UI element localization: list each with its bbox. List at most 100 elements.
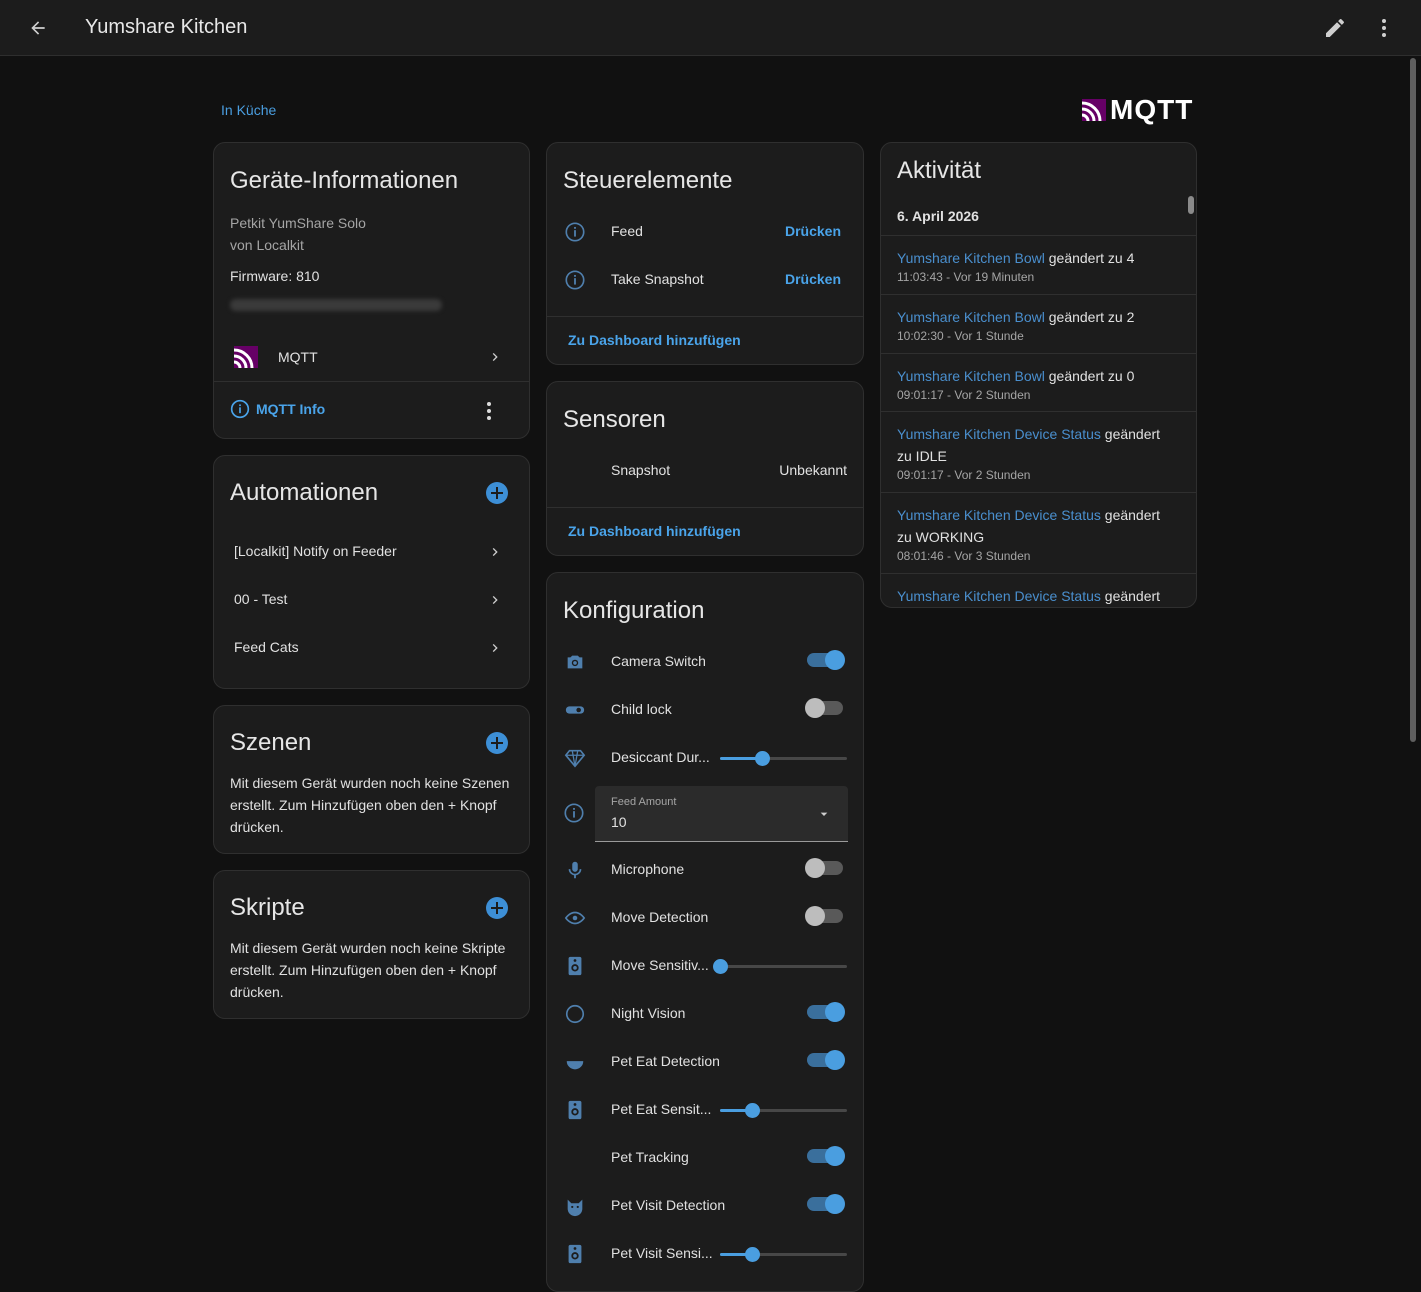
add-to-dashboard-button[interactable]: Zu Dashboard hinzufügen <box>568 332 741 348</box>
activity-change: geändert <box>1100 588 1161 604</box>
sensor-row-snapshot[interactable]: Snapshot Unbekannt <box>547 447 863 495</box>
config-name: Camera Switch <box>611 653 706 669</box>
feed-amount-label: Feed Amount <box>611 796 677 808</box>
integration-row[interactable]: MQTT <box>214 331 529 381</box>
child-lock-toggle[interactable] <box>805 698 843 718</box>
automation-item[interactable]: 00 - Test <box>214 576 529 624</box>
controls-card: Steuerelemente Feed Drücken Take Snapsho… <box>546 142 864 365</box>
control-name: Feed <box>611 223 643 239</box>
add-to-dashboard-button[interactable]: Zu Dashboard hinzufügen <box>568 523 741 539</box>
pet-visit-detection-toggle[interactable] <box>807 1194 845 1214</box>
camera-icon <box>563 650 587 674</box>
microphone-toggle[interactable] <box>805 858 843 878</box>
chevron-right-icon <box>492 548 498 556</box>
config-name: Pet Visit Detection <box>611 1197 726 1213</box>
feed-amount-select[interactable]: Feed Amount 10 <box>595 786 848 842</box>
configuration-title: Konfiguration <box>563 597 705 624</box>
move-sensitivity-slider[interactable] <box>713 959 847 974</box>
desiccant-slider[interactable] <box>720 751 847 766</box>
device-firmware: Firmware: 810 <box>230 268 320 284</box>
press-feed-button[interactable]: Drücken <box>785 223 841 239</box>
config-name: Pet Eat Detection <box>611 1053 720 1069</box>
config-row-microphone: Microphone <box>547 846 863 894</box>
device-info-card: Geräte-Informationen Petkit YumShare Sol… <box>213 142 530 439</box>
activity-time: 11:03:43 - Vor 19 Minuten <box>897 270 1035 284</box>
mqtt-integration-icon <box>234 346 258 368</box>
pet-eat-detection-toggle[interactable] <box>807 1050 845 1070</box>
more-vert-icon[interactable] <box>477 399 501 423</box>
diamond-icon <box>563 746 587 770</box>
add-script-button[interactable] <box>486 897 508 919</box>
config-row-pet-eat-sensitivity: Pet Eat Sensit... <box>547 1086 863 1134</box>
scripts-empty-text: Mit diesem Gerät wurden noch keine Skrip… <box>230 940 506 1000</box>
automation-label: Feed Cats <box>234 639 299 655</box>
activity-entity-link[interactable]: Yumshare Kitchen Device Status <box>897 426 1101 442</box>
activity-entry: Yumshare Kitchen Bowl geändert zu 2 10:0… <box>881 294 1196 353</box>
chevron-right-icon <box>492 353 498 361</box>
pet-eat-sensitivity-slider[interactable] <box>720 1103 847 1118</box>
back-arrow-icon[interactable] <box>24 14 52 42</box>
activity-entity-link[interactable]: Yumshare Kitchen Bowl <box>897 250 1045 266</box>
slider-thumb[interactable] <box>744 1247 760 1262</box>
control-name: Take Snapshot <box>611 271 704 287</box>
bowl-icon <box>563 1050 587 1074</box>
automation-label: 00 - Test <box>234 591 288 607</box>
config-name: Desiccant Dur... <box>611 749 710 765</box>
automations-title: Automationen <box>230 479 379 506</box>
add-scene-button[interactable] <box>486 732 508 754</box>
camera-switch-toggle[interactable] <box>807 650 845 670</box>
slider-thumb[interactable] <box>713 959 728 974</box>
activity-time: 09:01:17 - Vor 2 Stunden <box>897 388 1031 402</box>
activity-entity-link[interactable]: Yumshare Kitchen Bowl <box>897 309 1045 325</box>
night-vision-toggle[interactable] <box>807 1002 845 1022</box>
activity-entity-link[interactable]: Yumshare Kitchen Device Status <box>897 588 1101 604</box>
slider-thumb[interactable] <box>754 751 770 766</box>
speaker-icon <box>563 1098 587 1122</box>
config-row-desiccant: Desiccant Dur... <box>547 734 863 782</box>
info-icon <box>230 399 250 419</box>
device-info-title: Geräte-Informationen <box>230 167 459 194</box>
divider <box>214 381 529 382</box>
activity-change: geändert zu 2 <box>1044 309 1135 325</box>
activity-entry: Yumshare Kitchen Device Status geändert <box>881 573 1196 607</box>
config-name: Move Sensitiv... <box>611 957 709 973</box>
activity-entity-link[interactable]: Yumshare Kitchen Device Status <box>897 507 1101 523</box>
automation-item[interactable]: [Localkit] Notify on Feeder <box>214 528 529 576</box>
page-scrollbar[interactable] <box>1410 58 1416 742</box>
activity-entity-link[interactable]: Yumshare Kitchen Bowl <box>897 368 1045 384</box>
config-row-move-detection: Move Detection <box>547 894 863 942</box>
edit-pencil-icon[interactable] <box>1323 16 1347 40</box>
config-row-pet-visit-sensitivity: Pet Visit Sensi... <box>547 1230 863 1278</box>
control-row-feed: Feed Drücken <box>547 208 863 256</box>
eye-motion-icon <box>563 906 587 930</box>
activity-card: Aktivität 6. April 2026 Yumshare Kitchen… <box>880 142 1197 608</box>
activity-scrollbar[interactable] <box>1188 196 1194 214</box>
config-row-pet-tracking: Pet Tracking <box>547 1134 863 1182</box>
mqtt-logo-icon <box>1082 99 1106 121</box>
config-row-feed-amount: Feed Amount 10 <box>547 786 863 842</box>
config-row-camera-switch: Camera Switch <box>547 638 863 686</box>
scenes-empty-text: Mit diesem Gerät wurden noch keine Szene… <box>230 775 510 835</box>
automation-item[interactable]: Feed Cats <box>214 624 529 672</box>
divider <box>547 316 863 317</box>
pet-visit-sensitivity-slider[interactable] <box>720 1247 847 1262</box>
config-name: Night Vision <box>611 1005 686 1021</box>
config-name: Child lock <box>611 701 672 717</box>
mqtt-info-button[interactable]: MQTT Info <box>230 399 325 419</box>
toggle-switch-icon <box>563 698 587 722</box>
config-name: Pet Tracking <box>611 1149 689 1165</box>
config-row-night-vision: Night Vision <box>547 990 863 1038</box>
microphone-icon <box>563 858 587 882</box>
pet-tracking-toggle[interactable] <box>807 1146 845 1166</box>
press-snapshot-button[interactable]: Drücken <box>785 271 841 287</box>
add-automation-button[interactable] <box>486 482 508 504</box>
speaker-icon <box>563 1242 587 1266</box>
more-vert-icon[interactable] <box>1372 16 1396 40</box>
controls-title: Steuerelemente <box>563 167 733 194</box>
area-link[interactable]: In Küche <box>221 102 276 118</box>
move-detection-toggle[interactable] <box>805 906 843 926</box>
scripts-card: Skripte Mit diesem Gerät wurden noch kei… <box>213 870 530 1019</box>
sensors-card: Sensoren Snapshot Unbekannt Zu Dashboard… <box>546 381 864 556</box>
scripts-title: Skripte <box>230 894 305 921</box>
slider-thumb[interactable] <box>744 1103 760 1118</box>
